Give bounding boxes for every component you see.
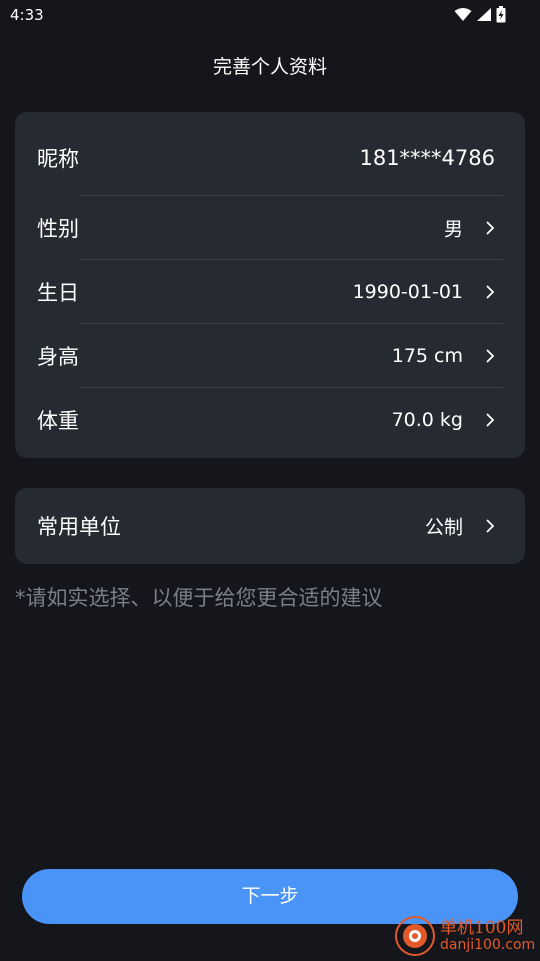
wifi-icon	[454, 8, 472, 21]
birthday-value: 1990-01-01	[352, 281, 463, 303]
watermark-logo-icon	[394, 915, 436, 957]
chevron-right-icon	[486, 221, 495, 235]
watermark: 单机100网 danji100.com	[394, 914, 540, 958]
watermark-title: 单机100网	[440, 917, 524, 938]
chevron-right-icon	[486, 349, 495, 363]
nickname-label: 昵称	[37, 147, 79, 171]
profile-card: 昵称 181****4786 性别 男 生日 1990-01-01 身高 175…	[15, 112, 525, 458]
status-icons	[454, 6, 506, 23]
weight-row[interactable]: 体重 70.0 kg	[15, 388, 525, 452]
gender-value: 男	[443, 218, 463, 241]
chevron-right-icon	[486, 413, 495, 427]
status-time: 4:33	[10, 6, 44, 24]
birthday-label: 生日	[37, 281, 79, 305]
signal-icon	[477, 8, 491, 21]
units-value: 公制	[424, 516, 463, 539]
height-row[interactable]: 身高 175 cm	[15, 324, 525, 388]
watermark-text: 单机100网 danji100.com	[440, 917, 536, 953]
hint-text: *请如实选择、以便于给您更合适的建议	[15, 586, 383, 610]
status-bar: 4:33	[0, 0, 540, 32]
nickname-value: 181****4786	[359, 146, 495, 170]
birthday-row[interactable]: 生日 1990-01-01	[15, 260, 525, 324]
height-value: 175 cm	[391, 345, 463, 367]
weight-value: 70.0 kg	[391, 409, 463, 431]
gender-label: 性别	[37, 217, 79, 241]
weight-label: 体重	[37, 409, 79, 433]
units-label: 常用单位	[37, 515, 121, 539]
chevron-right-icon	[486, 285, 495, 299]
chevron-right-icon	[486, 519, 495, 533]
gender-row[interactable]: 性别 男	[15, 196, 525, 260]
units-card: 常用单位 公制	[15, 488, 525, 564]
page-title: 完善个人资料	[212, 56, 327, 78]
units-row[interactable]: 常用单位 公制	[15, 494, 525, 558]
nickname-row: 昵称 181****4786	[15, 126, 525, 190]
height-label: 身高	[37, 345, 79, 369]
watermark-url: danji100.com	[440, 936, 536, 953]
battery-icon	[496, 6, 506, 23]
